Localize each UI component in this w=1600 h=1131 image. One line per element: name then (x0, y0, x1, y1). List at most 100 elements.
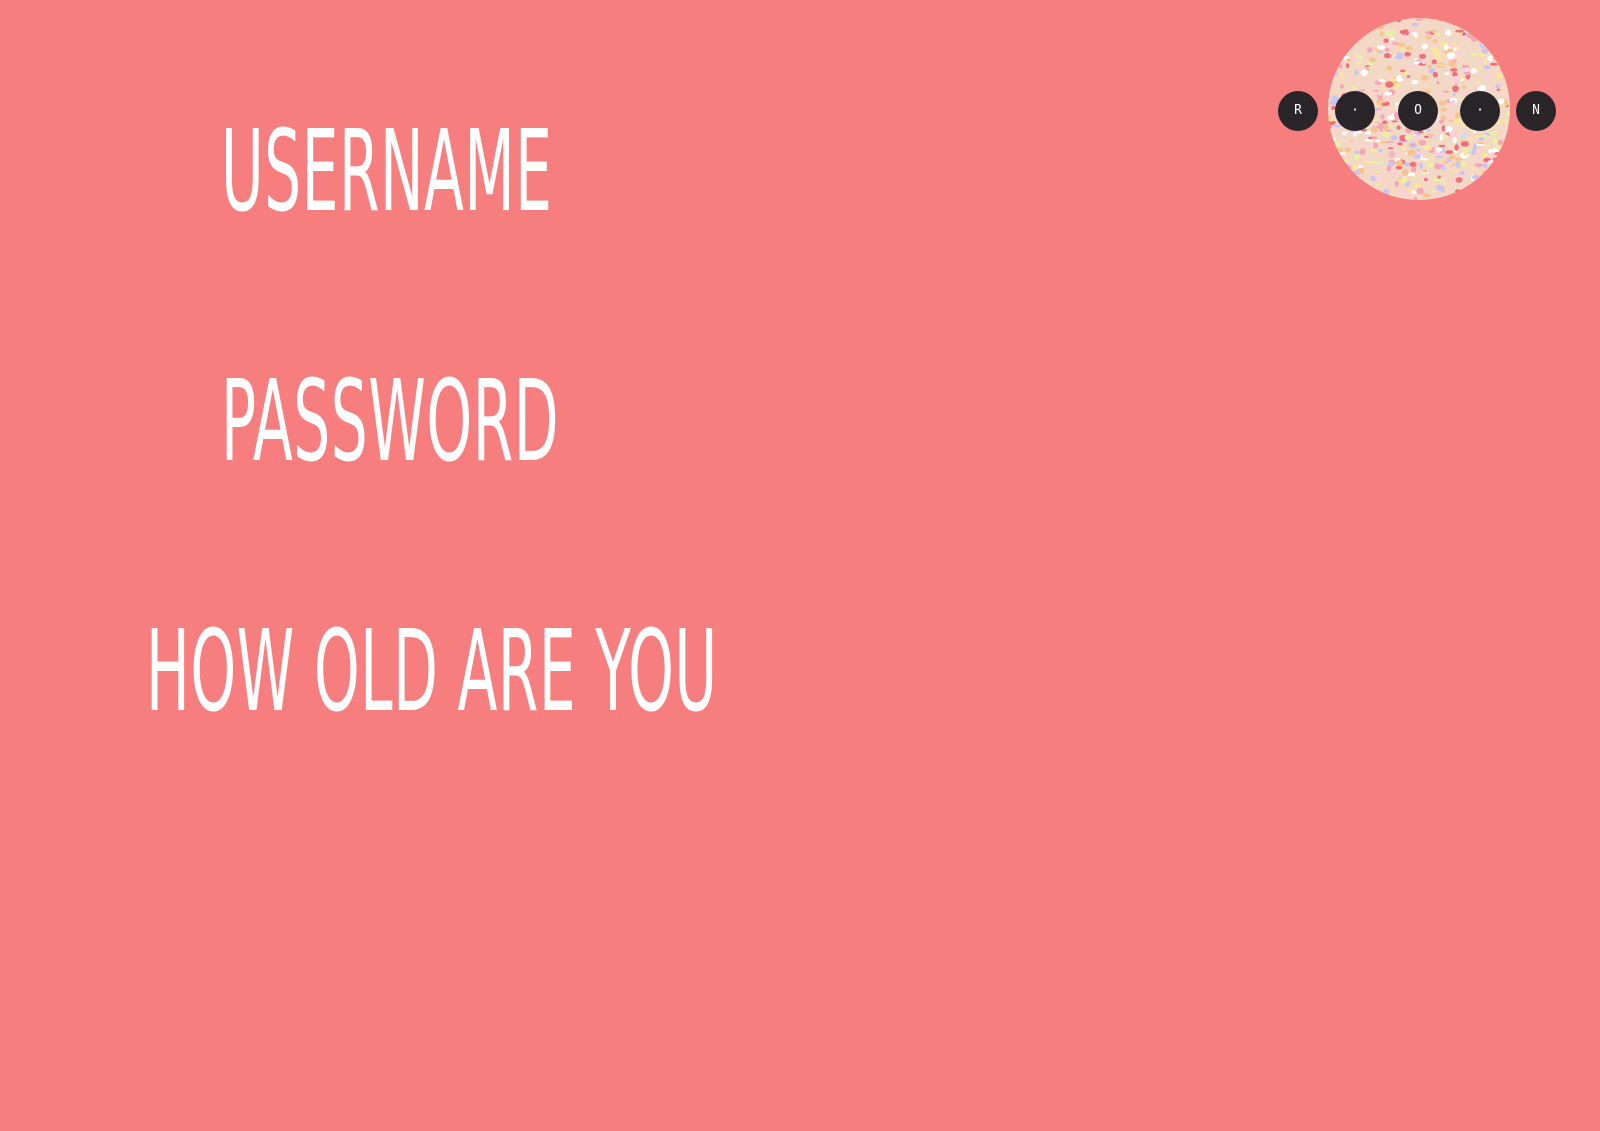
confetti-speck (1333, 41, 1337, 44)
confetti-speck (1332, 166, 1341, 172)
confetti-speck (1431, 59, 1437, 65)
confetti-speck (1338, 72, 1344, 77)
confetti-speck (1346, 58, 1352, 62)
confetti-speck (1451, 180, 1457, 185)
confetti-speck (1427, 128, 1431, 133)
confetti-speck (1401, 144, 1406, 151)
age-label: HOW OLD ARE YOU (146, 607, 718, 737)
confetti-speck (1331, 63, 1336, 67)
confetti-speck (1394, 55, 1403, 60)
confetti-speck (1471, 195, 1479, 200)
confetti-speck (1331, 31, 1336, 34)
confetti-speck (1432, 38, 1438, 43)
logo-letter-o: O (1398, 91, 1438, 131)
confetti-speck (1488, 186, 1495, 194)
confetti-speck (1491, 137, 1499, 145)
confetti-speck (1433, 175, 1437, 182)
confetti-speck (1336, 148, 1344, 153)
confetti-speck (1478, 21, 1487, 28)
confetti-speck (1329, 26, 1337, 32)
confetti-speck (1471, 18, 1479, 21)
confetti-speck (1396, 42, 1406, 47)
confetti-speck (1377, 89, 1383, 96)
confetti-speck (1460, 19, 1466, 25)
confetti-speck (1445, 150, 1454, 155)
confetti-speck (1464, 137, 1474, 140)
confetti-speck (1461, 64, 1470, 69)
confetti-speck (1496, 72, 1503, 80)
confetti-speck (1458, 195, 1463, 200)
confetti-speck (1452, 137, 1457, 144)
confetti-speck (1385, 44, 1392, 48)
confetti-speck (1332, 136, 1336, 141)
confetti-speck (1435, 32, 1441, 37)
confetti-speck (1442, 186, 1446, 189)
confetti-speck (1352, 197, 1360, 200)
confetti-speck (1452, 85, 1459, 92)
confetti-speck (1499, 161, 1507, 167)
confetti-speck (1347, 31, 1355, 37)
confetti-speck (1496, 88, 1501, 91)
confetti-speck (1358, 55, 1363, 60)
confetti-speck (1499, 64, 1503, 71)
confetti-speck (1336, 38, 1340, 43)
confetti-speck (1331, 95, 1339, 98)
confetti-speck (1411, 80, 1419, 85)
confetti-speck (1489, 169, 1495, 173)
confetti-speck (1367, 47, 1373, 53)
confetti-speck (1489, 130, 1498, 136)
confetti-speck (1499, 54, 1507, 57)
confetti-speck (1463, 151, 1468, 156)
confetti-speck (1339, 152, 1346, 156)
confetti-speck (1460, 141, 1470, 147)
logo-separator-dot: · (1335, 91, 1375, 131)
confetti-speck (1328, 162, 1335, 166)
confetti-speck (1407, 195, 1413, 200)
confetti-speck (1353, 164, 1359, 171)
confetti-speck (1506, 55, 1510, 61)
confetti-speck (1457, 18, 1463, 22)
confetti-speck (1454, 49, 1463, 56)
confetti-speck (1490, 171, 1498, 176)
confetti-speck (1328, 191, 1333, 197)
confetti-speck (1352, 179, 1361, 184)
confetti-speck (1404, 51, 1411, 57)
confetti-speck (1424, 135, 1429, 139)
confetti-speck (1413, 154, 1422, 159)
confetti-speck (1497, 26, 1505, 29)
confetti-speck (1402, 168, 1409, 176)
confetti-speck (1437, 18, 1442, 22)
confetti-speck (1409, 143, 1416, 146)
confetti-speck (1331, 169, 1335, 173)
confetti-speck (1335, 181, 1344, 188)
confetti-speck (1352, 28, 1357, 33)
confetti-speck (1331, 57, 1338, 63)
confetti-speck (1383, 189, 1390, 196)
confetti-speck (1342, 167, 1348, 174)
confetti-speck (1490, 18, 1500, 21)
confetti-speck (1477, 34, 1481, 42)
confetti-speck (1491, 53, 1499, 56)
confetti-speck (1482, 42, 1490, 46)
confetti-speck (1359, 148, 1366, 156)
confetti-speck (1450, 102, 1458, 106)
confetti-speck (1377, 195, 1382, 199)
confetti-speck (1353, 131, 1358, 137)
confetti-speck (1383, 38, 1389, 43)
confetti-speck (1371, 136, 1378, 140)
confetti-speck (1436, 178, 1445, 182)
confetti-speck (1421, 58, 1427, 65)
logo[interactable]: R · O · N (1278, 18, 1556, 202)
confetti-speck (1454, 144, 1459, 151)
confetti-speck (1466, 190, 1470, 194)
confetti-speck (1455, 29, 1464, 33)
confetti-speck (1426, 162, 1435, 168)
confetti-speck (1450, 68, 1458, 72)
confetti-speck (1483, 163, 1488, 169)
confetti-speck (1445, 126, 1453, 133)
confetti-speck (1426, 145, 1432, 151)
confetti-speck (1360, 89, 1366, 92)
confetti-speck (1379, 141, 1388, 144)
confetti-speck (1447, 195, 1452, 198)
confetti-speck (1494, 174, 1504, 178)
